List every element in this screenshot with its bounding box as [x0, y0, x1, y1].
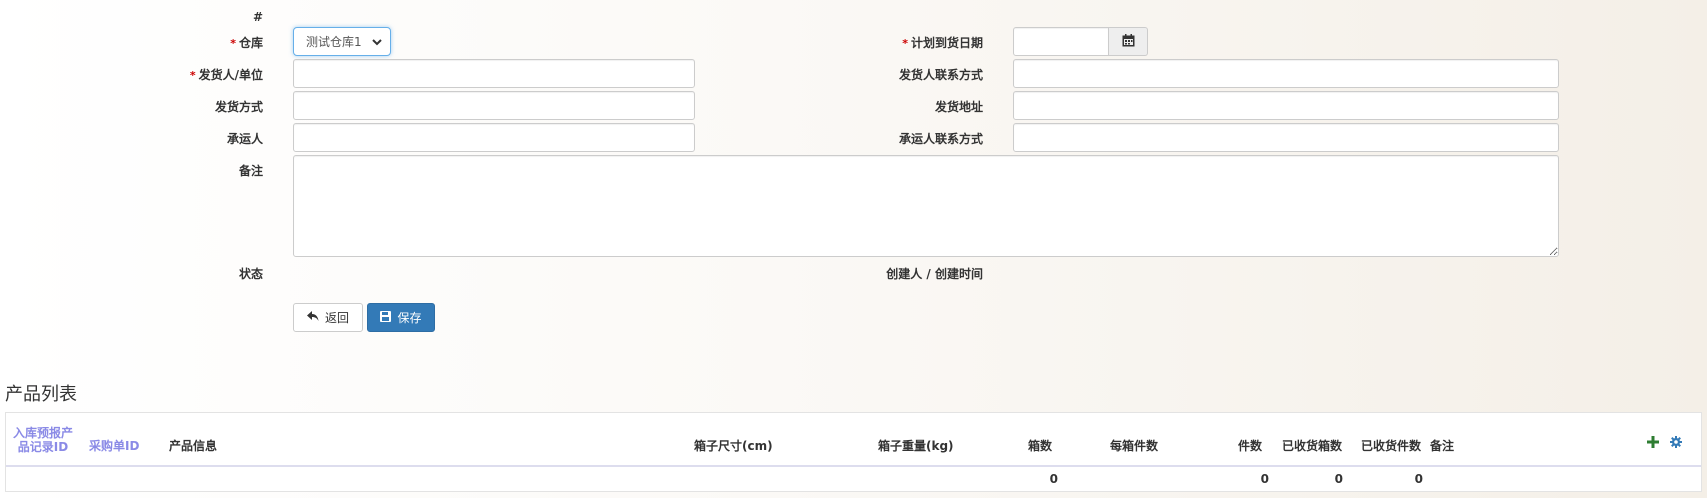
add-row-button[interactable]: [1647, 436, 1661, 450]
header-divider: [6, 465, 1701, 467]
column-header-product-info: 产品信息: [169, 439, 218, 453]
reply-icon: [306, 310, 319, 325]
column-header-received-boxes: 已收货箱数: [1282, 439, 1343, 453]
total-received-pieces: 0: [1414, 472, 1423, 486]
column-header-box-size: 箱子尺寸(cm): [694, 439, 773, 453]
remark-label: 备注: [238, 164, 263, 178]
ship-method-input[interactable]: [293, 91, 695, 120]
shipper-contact-label: 发货人联系方式: [898, 68, 983, 82]
product-table: 入库预报产品记录ID 采购单ID 产品信息 箱子尺寸(cm) 箱子重量(kg) …: [5, 412, 1702, 492]
total-received-boxes: 0: [1334, 472, 1343, 486]
calendar-icon: [1122, 33, 1135, 50]
table-settings-button[interactable]: [1670, 436, 1684, 450]
id-label: #: [252, 10, 263, 24]
carrier-contact-input[interactable]: [1013, 123, 1559, 152]
required-mark: *: [189, 69, 196, 82]
column-header-po-id[interactable]: 采购单ID: [89, 439, 139, 453]
total-boxes: 0: [1049, 472, 1058, 486]
plus-icon: [1647, 436, 1659, 451]
carrier-label: 承运人: [226, 132, 263, 146]
carrier-input[interactable]: [293, 123, 695, 152]
creator-label: 创建人 / 创建时间: [886, 267, 983, 281]
save-button-label: 保存: [397, 311, 422, 325]
ship-address-label: 发货地址: [934, 100, 983, 114]
warehouse-label: * 仓库: [230, 36, 263, 50]
column-header-received-pieces: 已收货件数: [1361, 439, 1422, 453]
ship-method-label: 发货方式: [214, 100, 263, 114]
planned-date-label: * 计划到货日期: [902, 36, 983, 50]
shipper-contact-input[interactable]: [1013, 59, 1559, 88]
status-label: 状态: [238, 267, 263, 281]
floppy-disk-icon: [380, 310, 392, 325]
shipper-input[interactable]: [293, 59, 695, 88]
product-list-title: 产品列表: [5, 384, 77, 405]
back-button-label: 返回: [324, 311, 349, 325]
shipper-label: * 发货人/单位: [189, 68, 263, 82]
planned-date-input[interactable]: [1013, 27, 1109, 56]
carrier-contact-label: 承运人联系方式: [898, 132, 983, 146]
required-mark: *: [230, 37, 236, 50]
column-header-record-id[interactable]: 入库预报产品记录ID: [12, 426, 74, 454]
chevron-down-icon: [372, 35, 382, 49]
calendar-button[interactable]: [1109, 27, 1148, 56]
column-header-box-weight: 箱子重量(kg): [878, 439, 954, 453]
ship-address-input[interactable]: [1013, 91, 1559, 120]
remark-textarea[interactable]: [293, 155, 1559, 257]
warehouse-select-value: 测试仓库1: [306, 35, 362, 49]
warehouse-select[interactable]: 测试仓库1: [293, 27, 391, 56]
back-button[interactable]: 返回: [293, 303, 363, 332]
column-header-pieces-per-box: 每箱件数: [1110, 439, 1159, 453]
column-header-boxes: 箱数: [1028, 439, 1053, 453]
total-pieces: 0: [1260, 472, 1269, 486]
gear-icon: [1670, 436, 1682, 451]
required-mark: *: [902, 37, 908, 50]
column-header-remark: 备注: [1430, 439, 1455, 453]
column-header-pieces: 件数: [1238, 439, 1263, 453]
save-button[interactable]: 保存: [367, 303, 435, 332]
